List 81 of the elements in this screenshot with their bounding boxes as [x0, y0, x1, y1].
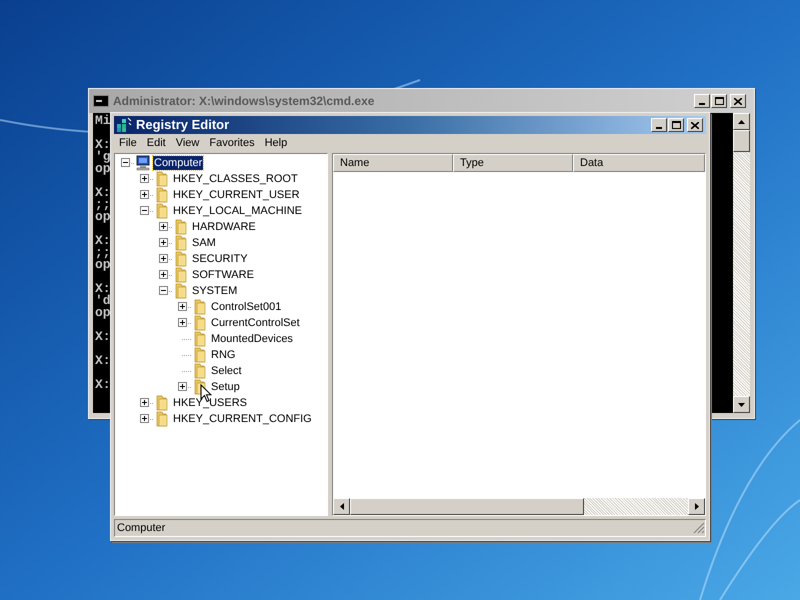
tree-item[interactable]: CurrentControlSet	[210, 316, 301, 330]
expand-icon[interactable]	[140, 190, 149, 200]
console-line: X:	[95, 235, 111, 247]
console-line: 'g	[95, 151, 111, 163]
console-line: X:	[95, 283, 111, 295]
tree-item[interactable]: SOFTWARE	[191, 268, 255, 282]
up-arrow-icon	[738, 120, 745, 124]
tree-item[interactable]: HARDWARE	[191, 220, 257, 234]
tree-item[interactable]: SYSTEM	[191, 284, 238, 298]
tree-item[interactable]: HKEY_LOCAL_MACHINE	[172, 204, 303, 218]
scroll-right-button[interactable]	[688, 498, 705, 515]
tree-item[interactable]: MountedDevices	[210, 332, 294, 346]
tree-item[interactable]: Setup	[210, 380, 241, 394]
expand-icon[interactable]	[159, 222, 168, 232]
console-line: op	[95, 259, 111, 271]
tree-item[interactable]: HKEY_CURRENT_CONFIG	[172, 412, 313, 426]
registry-cubes-icon	[116, 117, 132, 133]
left-arrow-icon	[340, 503, 344, 510]
collapse-icon[interactable]	[121, 158, 130, 168]
menu-item[interactable]: File	[114, 134, 142, 152]
console-line: op	[95, 211, 111, 223]
column-header[interactable]: Type	[453, 154, 573, 172]
expand-icon[interactable]	[178, 382, 187, 392]
console-line: op	[95, 163, 111, 175]
console-line: 'd	[95, 295, 111, 307]
column-header[interactable]: Data	[573, 154, 705, 172]
expand-icon[interactable]	[178, 318, 187, 328]
menu-item[interactable]: Edit	[142, 134, 171, 152]
maximize-button[interactable]	[711, 94, 727, 108]
maximize-button[interactable]	[668, 118, 684, 132]
console-line: ;;	[95, 199, 111, 211]
window-title: Registry Editor	[136, 116, 230, 134]
console-line: X:	[95, 331, 111, 343]
tree-item[interactable]: HKEY_CURRENT_USER	[172, 188, 301, 202]
status-text: Computer	[117, 520, 166, 536]
scroll-up-button[interactable]	[733, 113, 750, 130]
console-line: Mi	[95, 115, 111, 127]
close-button[interactable]	[730, 94, 746, 108]
menu-item[interactable]: Favorites	[204, 134, 260, 152]
collapse-icon[interactable]	[140, 206, 149, 216]
menu-item[interactable]: View	[170, 134, 204, 152]
window-title: Administrator: X:\windows\system32\cmd.exe	[113, 93, 376, 110]
minimize-button[interactable]	[651, 118, 667, 132]
tree-item[interactable]: HKEY_USERS	[172, 396, 248, 410]
expand-icon[interactable]	[140, 414, 149, 424]
console-line: X:	[95, 355, 111, 367]
expand-icon[interactable]	[178, 302, 187, 312]
scroll-down-button[interactable]	[733, 396, 750, 413]
tree-item[interactable]: ControlSet001	[210, 300, 282, 314]
minimize-button[interactable]	[694, 94, 710, 108]
expand-icon[interactable]	[140, 398, 149, 408]
vertical-scrollbar[interactable]	[733, 113, 750, 413]
expand-icon[interactable]	[140, 174, 149, 184]
close-icon	[691, 122, 699, 128]
tree-item[interactable]: SECURITY	[191, 252, 249, 266]
console-line: ;;	[95, 247, 111, 259]
computer-icon	[134, 154, 150, 171]
horizontal-scrollbar[interactable]	[333, 498, 705, 515]
right-arrow-icon	[694, 503, 698, 510]
tree-item[interactable]: Select	[210, 364, 243, 378]
console-line: X:	[95, 139, 111, 151]
console-line: X:	[95, 187, 111, 199]
down-arrow-icon	[738, 402, 745, 406]
expand-icon[interactable]	[159, 254, 168, 264]
close-icon	[734, 98, 742, 104]
tree-item[interactable]: HKEY_CLASSES_ROOT	[172, 172, 299, 186]
close-button[interactable]	[687, 118, 703, 132]
scroll-thumb[interactable]	[350, 498, 584, 515]
tree-item[interactable]: RNG	[210, 348, 236, 362]
column-header[interactable]: Name	[333, 154, 453, 172]
collapse-icon[interactable]	[159, 286, 168, 296]
console-line: op	[95, 307, 111, 319]
expand-icon[interactable]	[159, 270, 168, 280]
tree-item[interactable]: SAM	[191, 236, 217, 250]
scroll-left-button[interactable]	[333, 498, 350, 515]
console-line: X:	[95, 379, 111, 391]
tree-item[interactable]: Computer	[153, 156, 204, 170]
menu-item[interactable]: Help	[260, 134, 292, 152]
scroll-thumb[interactable]	[733, 130, 750, 152]
expand-icon[interactable]	[159, 238, 168, 248]
console-icon	[93, 95, 109, 107]
